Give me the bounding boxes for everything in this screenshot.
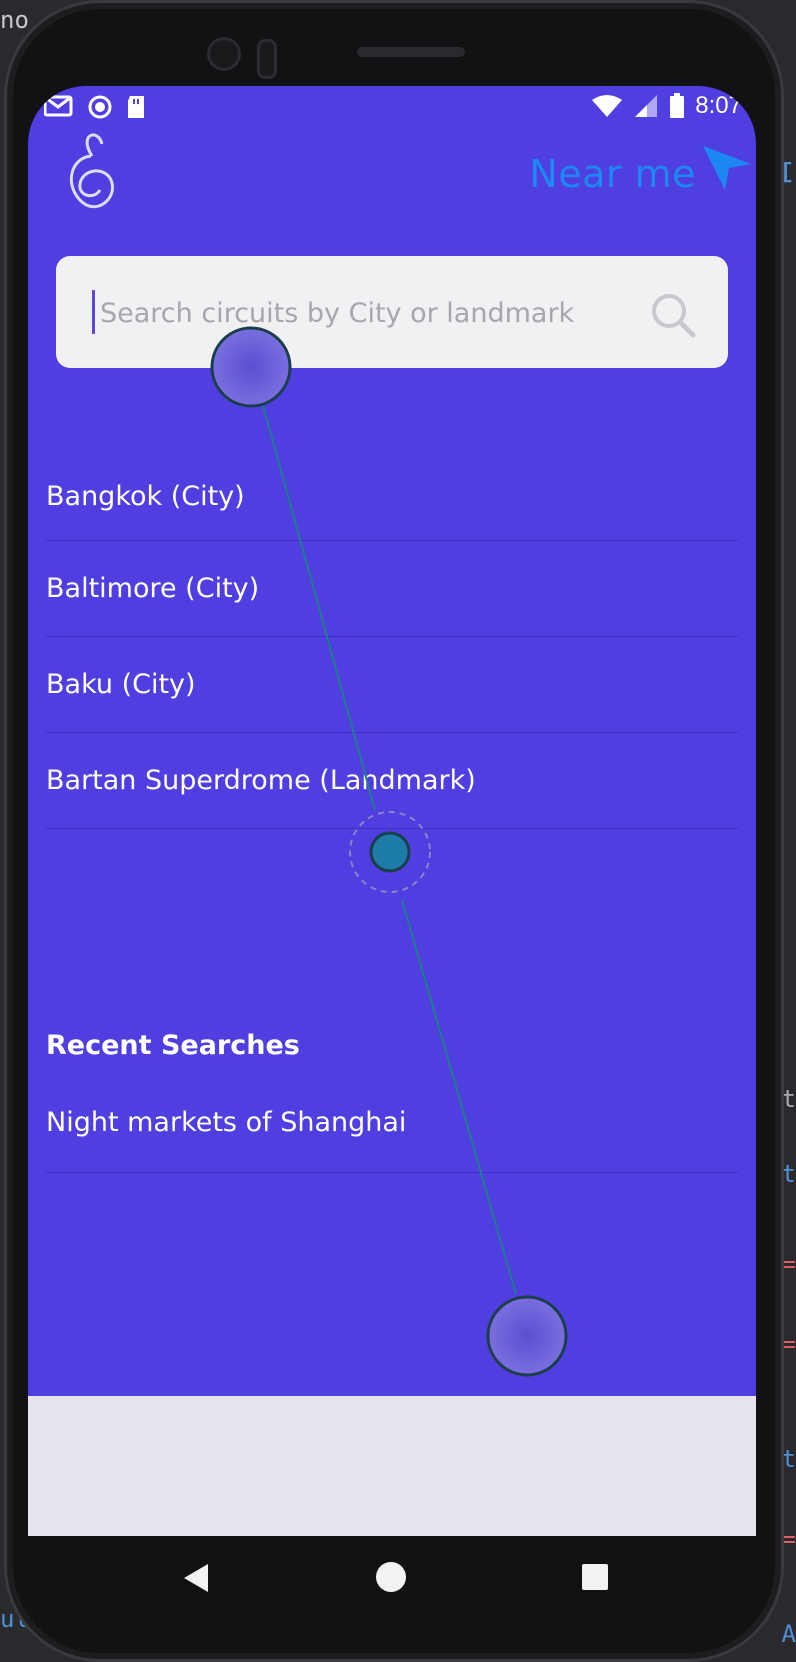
wifi-icon [592,95,623,117]
recents-icon[interactable] [582,1564,608,1590]
swirl-logo-icon [69,133,114,209]
home-icon[interactable] [376,1562,406,1592]
editor-edge-text: no [0,6,29,34]
near-me-label: Near me [529,152,696,196]
editor-edge-text: A [781,1620,796,1648]
search-input[interactable] [98,284,642,342]
earpiece-speaker [357,47,465,57]
app-screen: 8:07 Near me Bangkok (City) Baltimore (C… [28,86,756,1536]
search-bar[interactable] [56,256,728,368]
status-time: 8:07 [695,92,742,119]
recent-searches-title: Recent Searches [46,1030,300,1061]
battery-icon [670,93,685,118]
recent-searches-list: Night markets of Shanghai [46,1086,738,1173]
search-results-list: Bangkok (City) Baltimore (City) Baku (Ci… [46,452,738,829]
list-item[interactable]: Bangkok (City) [46,452,738,541]
search-icon[interactable] [648,290,698,340]
signal-icon [635,95,658,117]
status-bar: 8:07 [28,86,756,126]
system-nav-bar [28,1536,756,1616]
sd-card-icon [128,96,144,118]
list-item[interactable]: Baku (City) [46,637,738,733]
list-item[interactable]: Night markets of Shanghai [46,1086,738,1173]
near-me-button[interactable]: Near me [529,146,752,196]
text-cursor [92,290,95,334]
back-icon[interactable] [178,1560,214,1596]
list-item[interactable]: Bartan Superdrome (Landmark) [46,733,738,829]
list-item[interactable]: Baltimore (City) [46,541,738,637]
navigation-arrow-icon [703,146,752,190]
sensor [257,39,277,79]
bottom-empty-area [28,1396,756,1536]
gmail-icon [44,95,73,117]
front-camera [207,37,241,71]
radio-icon [88,95,112,119]
